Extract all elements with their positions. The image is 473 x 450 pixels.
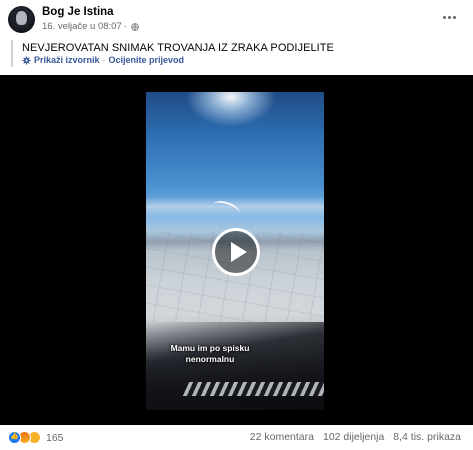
rate-translation-link[interactable]: Ocijenite prijevod: [109, 55, 185, 65]
post-text: NEVJEROVATAN SNIMAK TROVANJA IZ ZRAKA PO…: [22, 42, 334, 54]
globe-icon[interactable]: [131, 22, 139, 31]
post-meta: 16. veljače u 08:07 ·: [42, 21, 139, 32]
post-footer: 165 22 komentara 102 dijeljenja 8,4 tis.…: [0, 425, 473, 450]
comments-count[interactable]: 22 komentara: [250, 431, 314, 443]
post-header: Bog Je Istina 16. veljače u 08:07 ·: [0, 0, 473, 38]
translation-bar: [11, 40, 13, 67]
reactions-summary[interactable]: 165: [8, 431, 64, 444]
video-player[interactable]: Mamu im po spisku nenormalnu: [0, 75, 473, 425]
dash-vents: [182, 382, 324, 396]
author-name[interactable]: Bog Je Istina: [42, 6, 114, 18]
shares-count[interactable]: 102 dijeljenja: [323, 431, 384, 443]
sun-glare: [186, 92, 276, 127]
facebook-post: Bog Je Istina 16. veljače u 08:07 · NEVJ…: [0, 0, 473, 450]
reaction-count: 165: [46, 431, 64, 444]
more-options-icon[interactable]: [439, 10, 459, 24]
timestamp[interactable]: 16. veljače u 08:07: [42, 21, 122, 32]
video-caption: Mamu im po spisku nenormalnu: [170, 343, 250, 364]
translation-row: Prikaži izvornik · Ocijenite prijevod: [22, 55, 184, 65]
play-icon[interactable]: [212, 228, 260, 276]
meta-separator: ·: [123, 21, 127, 32]
cockpit-dash: [146, 322, 324, 410]
translation-separator: ·: [102, 55, 106, 65]
gear-icon: [22, 55, 31, 65]
engagement-stats: 22 komentara 102 dijeljenja 8,4 tis. pri…: [250, 431, 461, 443]
avatar[interactable]: [8, 6, 35, 33]
like-icon: [8, 431, 21, 444]
show-original-link[interactable]: Prikaži izvornik: [34, 55, 100, 65]
views-count: 8,4 tis. prikaza: [393, 431, 461, 443]
